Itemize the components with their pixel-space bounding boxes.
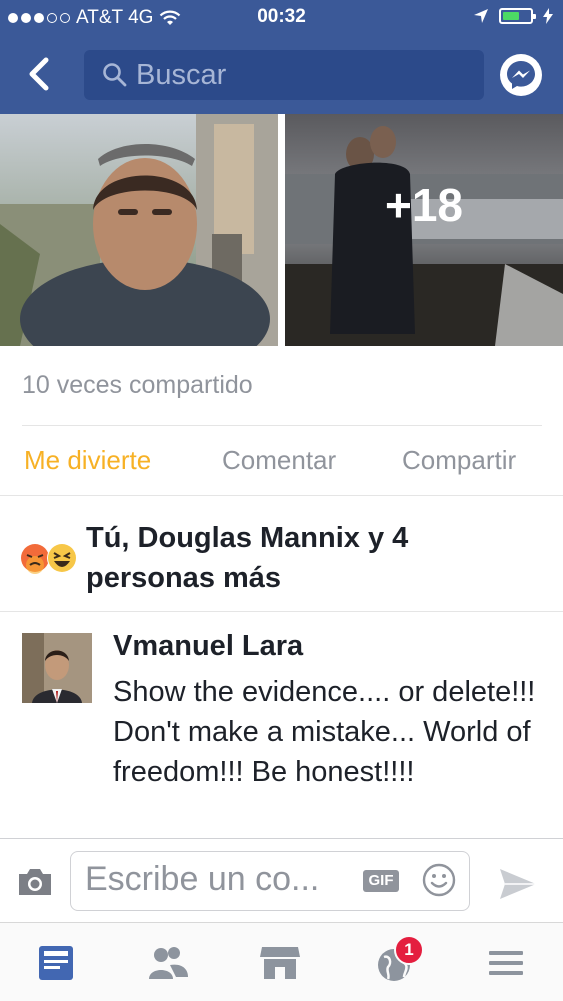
menu-icon[interactable] (485, 943, 529, 983)
comment-author[interactable]: Vmanuel Lara (113, 630, 303, 663)
bottom-tab-bar: 1 (0, 922, 563, 1001)
post-photos: +18 (0, 114, 563, 346)
comment-text: Show the evidence.... or delete!!! Don't… (113, 676, 536, 788)
back-chevron-icon[interactable] (22, 54, 56, 94)
post-photo-couple[interactable]: +18 (285, 114, 563, 346)
location-arrow-icon (474, 9, 488, 23)
share-button[interactable]: Compartir (402, 445, 516, 476)
friends-icon[interactable] (146, 943, 190, 983)
wifi-icon (160, 10, 181, 25)
charging-bolt-icon (543, 8, 553, 24)
send-icon[interactable] (498, 867, 538, 901)
status-bar: AT&T 4G 00:32 (0, 0, 563, 36)
search-placeholder: Buscar (136, 58, 227, 91)
share-count[interactable]: 10 veces compartido (22, 371, 253, 400)
reaction-emojis (21, 543, 77, 574)
reactions-text: Tú, Douglas Mannix y 4 personas más (86, 522, 409, 594)
divider (22, 425, 542, 426)
comment-composer: Escribe un co... GIF (0, 838, 563, 923)
messenger-button[interactable] (500, 54, 542, 96)
post-actions: Me divierte Comentar Compartir (0, 440, 563, 484)
camera-icon[interactable] (16, 867, 54, 897)
messenger-icon (507, 61, 535, 89)
smiley-icon[interactable] (421, 862, 457, 898)
comment-input[interactable]: Escribe un co... GIF (70, 851, 470, 911)
signal-strength-icon (8, 13, 70, 23)
comment-placeholder: Escribe un co... (85, 860, 320, 898)
reactions-summary[interactable]: Tú, Douglas Mannix y 4 personas más (0, 516, 563, 600)
comment: Vmanuel Lara Show the evidence.... or de… (0, 628, 563, 838)
laugh-emoji-icon (47, 543, 77, 573)
search-icon (103, 63, 127, 87)
angry-emoji-icon (21, 544, 49, 574)
top-nav-bar: Buscar (0, 36, 563, 114)
comment-button[interactable]: Comentar (222, 445, 336, 476)
notifications-tab[interactable]: 1 (374, 935, 424, 983)
carrier-label: AT&T 4G (76, 7, 154, 28)
divider (0, 495, 563, 496)
divider (0, 611, 563, 612)
news-feed-icon[interactable] (36, 943, 80, 983)
gif-button[interactable]: GIF (363, 870, 399, 892)
post-photo-selfie[interactable] (0, 114, 278, 346)
more-photos-count: +18 (384, 179, 464, 231)
battery-icon (499, 8, 536, 24)
marketplace-icon[interactable] (258, 943, 302, 983)
carrier-info: AT&T 4G (8, 7, 181, 29)
search-bar[interactable]: Buscar (84, 50, 484, 100)
react-button[interactable]: Me divierte (24, 445, 151, 476)
notification-badge: 1 (394, 935, 424, 965)
avatar[interactable] (22, 633, 92, 703)
